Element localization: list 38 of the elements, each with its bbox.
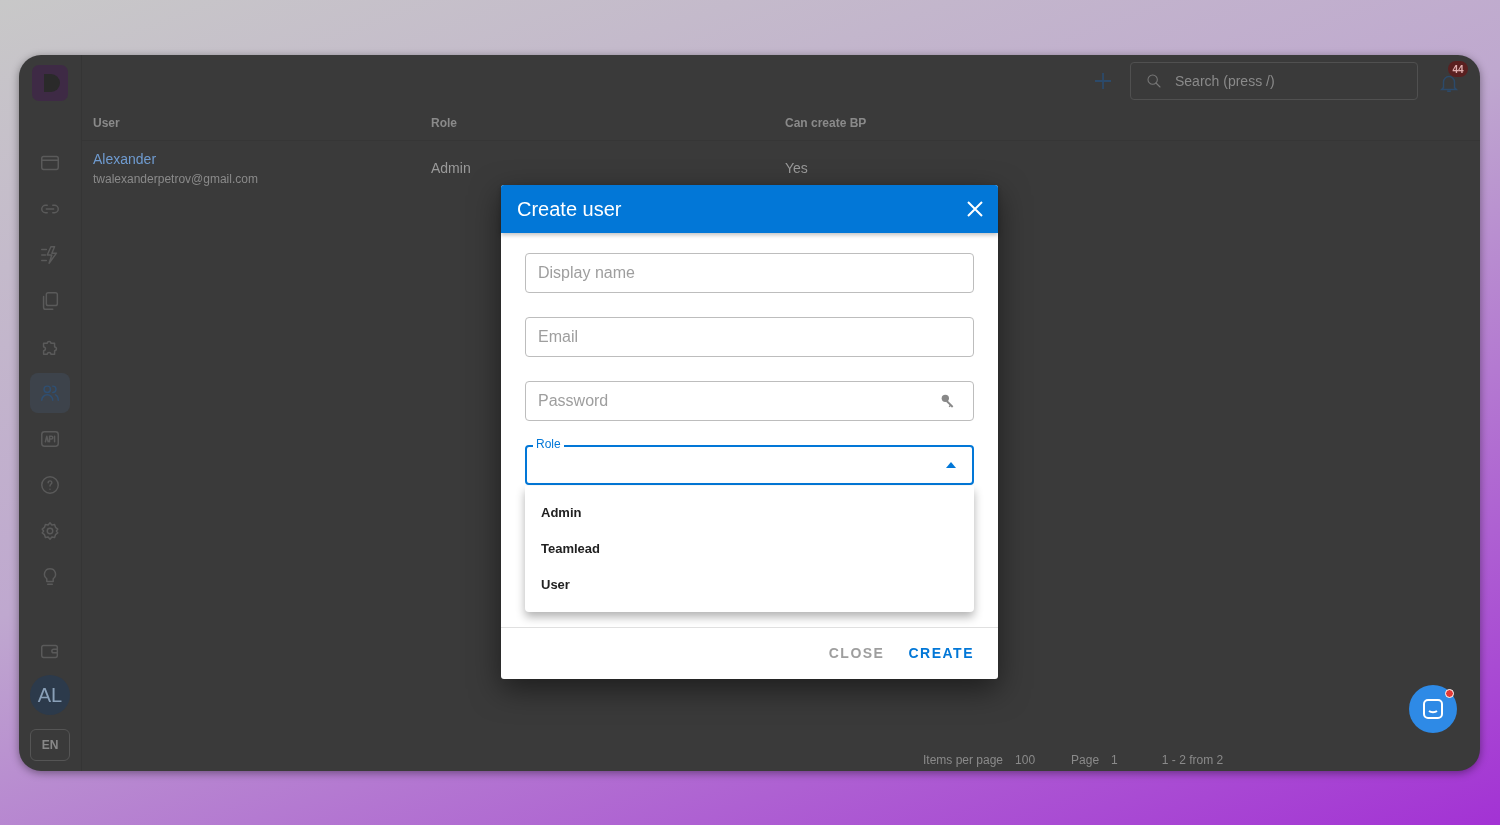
search-field[interactable]: Search (press /) bbox=[1130, 62, 1418, 100]
plus-icon[interactable] bbox=[1093, 71, 1113, 91]
role-label: Role bbox=[533, 437, 564, 451]
settings-icon bbox=[39, 520, 61, 542]
column-header: Role bbox=[431, 115, 457, 130]
column-header: Can create BP bbox=[785, 115, 867, 130]
logo-icon[interactable] bbox=[32, 65, 68, 101]
close-button[interactable]: CLOSE bbox=[820, 635, 893, 672]
close-icon[interactable] bbox=[966, 200, 984, 218]
users-icon bbox=[39, 382, 61, 404]
sidebar-item[interactable] bbox=[30, 373, 70, 413]
text-field[interactable]: Display name bbox=[525, 253, 974, 293]
user-email: twalexanderpetrov@gmail.com bbox=[93, 170, 259, 188]
dialog-title: Create user bbox=[517, 197, 622, 222]
user-avatar[interactable]: AL bbox=[30, 675, 70, 715]
items-per-page-label: Items per page bbox=[923, 752, 1004, 769]
api-icon bbox=[39, 428, 61, 450]
column-header: User bbox=[93, 115, 120, 130]
help-icon bbox=[39, 474, 61, 496]
role-option[interactable]: User bbox=[525, 567, 974, 603]
text-field[interactable]: Email bbox=[525, 317, 974, 357]
table-cell: Yes bbox=[785, 160, 808, 176]
chat-icon bbox=[1421, 697, 1445, 721]
language-button[interactable]: EN bbox=[30, 729, 70, 761]
search-icon bbox=[1146, 73, 1162, 89]
caret-icon bbox=[946, 462, 956, 468]
create-button[interactable]: CREATE bbox=[900, 635, 982, 672]
role-option[interactable]: Admin bbox=[525, 495, 974, 531]
table-cell: Admin bbox=[431, 160, 471, 176]
key-icon[interactable] bbox=[940, 393, 956, 409]
pagination-range: 1 - 2 from 2 bbox=[1161, 752, 1224, 769]
page-label: Page bbox=[1071, 752, 1100, 769]
notification-badge: 44 bbox=[1448, 61, 1468, 77]
password-field[interactable]: Password bbox=[525, 381, 974, 421]
page-select[interactable]: 1 bbox=[1111, 751, 1118, 769]
role-option[interactable]: Teamlead bbox=[525, 531, 974, 567]
user-name-link[interactable]: Alexander bbox=[93, 148, 420, 170]
items-per-page-select[interactable]: 100 bbox=[1015, 751, 1036, 769]
